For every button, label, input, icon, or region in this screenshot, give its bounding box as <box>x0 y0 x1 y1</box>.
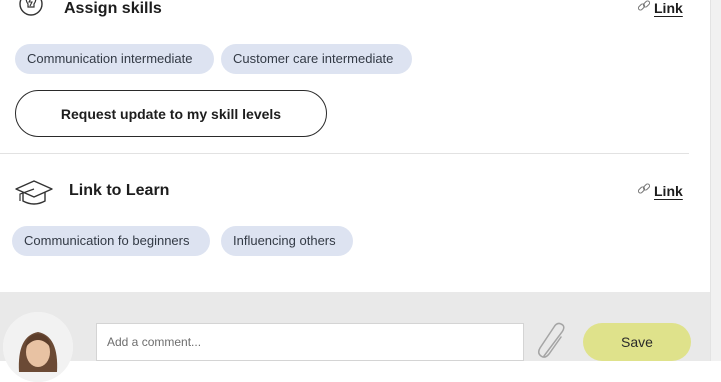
course-chip[interactable]: Communication fo beginners <box>12 226 210 256</box>
assign-skills-section: Assign skills Link Communication interme… <box>0 0 711 154</box>
paperclip-icon[interactable] <box>536 322 572 367</box>
skill-chip[interactable]: Communication intermediate <box>15 44 214 74</box>
avatar <box>3 312 73 382</box>
comment-input[interactable] <box>96 323 524 361</box>
comment-bar: Save <box>0 292 711 382</box>
request-skill-update-button[interactable]: Request update to my skill levels <box>15 90 327 137</box>
lightbulb-icon <box>17 0 45 27</box>
assign-skills-link[interactable]: Link <box>637 0 683 16</box>
link-icon <box>637 182 651 199</box>
course-chip[interactable]: Influencing others <box>221 226 353 256</box>
link-label: Link <box>654 0 683 16</box>
link-to-learn-section: Link to Learn Link Communication fo begi… <box>0 155 711 291</box>
link-icon <box>637 0 651 16</box>
skill-chip[interactable]: Customer care intermediate <box>221 44 412 74</box>
link-to-learn-title: Link to Learn <box>69 182 170 199</box>
scrollbar[interactable] <box>710 0 721 361</box>
save-button[interactable]: Save <box>583 323 691 361</box>
graduation-cap-icon <box>14 177 54 214</box>
link-to-learn-link[interactable]: Link <box>637 182 683 199</box>
section-divider <box>0 153 689 154</box>
assign-skills-title: Assign skills <box>64 0 162 17</box>
link-label: Link <box>654 182 683 199</box>
